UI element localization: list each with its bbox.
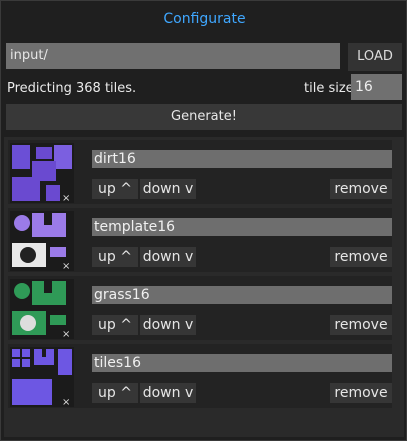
tileset-card-tiles16: × tiles16 up ^ down v remove <box>8 344 392 408</box>
tiles-tileset-thumbnail-icon: × <box>10 347 74 407</box>
tileset-card-dirt16: × dirt16 up ^ down v remove <box>8 140 392 204</box>
move-up-button[interactable]: up ^ <box>92 247 138 267</box>
tileset-list[interactable]: × dirt16 up ^ down v remove × template16… <box>4 137 404 437</box>
move-down-button[interactable]: down v <box>140 179 196 199</box>
move-down-button[interactable]: down v <box>140 315 196 335</box>
move-down-button[interactable]: down v <box>140 383 196 403</box>
list-scrollbar[interactable] <box>398 137 402 437</box>
generate-button[interactable]: Generate! <box>6 104 402 130</box>
svg-text:×: × <box>62 397 70 407</box>
svg-text:×: × <box>62 329 70 339</box>
move-up-button[interactable]: up ^ <box>92 383 138 403</box>
move-up-button[interactable]: up ^ <box>92 315 138 335</box>
move-up-button[interactable]: up ^ <box>92 179 138 199</box>
remove-button[interactable]: remove <box>330 247 392 267</box>
tileset-card-grass16: × grass16 up ^ down v remove <box>8 276 392 340</box>
prediction-status-text: Predicting 368 tiles. <box>7 81 137 96</box>
svg-text:×: × <box>62 193 70 203</box>
window-title: Configurate <box>163 11 246 27</box>
tileset-name[interactable]: tiles16 <box>92 354 392 372</box>
move-down-button[interactable]: down v <box>140 247 196 267</box>
svg-text:×: × <box>62 261 70 271</box>
remove-button[interactable]: remove <box>330 315 392 335</box>
input-path-field[interactable]: input/ <box>6 43 340 69</box>
remove-button[interactable]: remove <box>330 383 392 403</box>
tile-size-label: tile size: <box>304 81 359 96</box>
remove-button[interactable]: remove <box>330 179 392 199</box>
configurate-window: Configurate input/ LOAD Predicting 368 t… <box>0 0 407 441</box>
tileset-name[interactable]: grass16 <box>92 286 392 304</box>
tileset-card-template16: × template16 up ^ down v remove <box>8 208 392 272</box>
dirt-tileset-thumbnail-icon: × <box>10 143 74 203</box>
load-button[interactable]: LOAD <box>348 43 402 71</box>
tile-size-input[interactable]: 16 <box>351 74 402 100</box>
grass-tileset-thumbnail-icon: × <box>10 279 74 339</box>
tileset-name[interactable]: dirt16 <box>92 150 392 168</box>
template-tileset-thumbnail-icon: × <box>10 211 74 271</box>
tileset-name[interactable]: template16 <box>92 218 392 236</box>
